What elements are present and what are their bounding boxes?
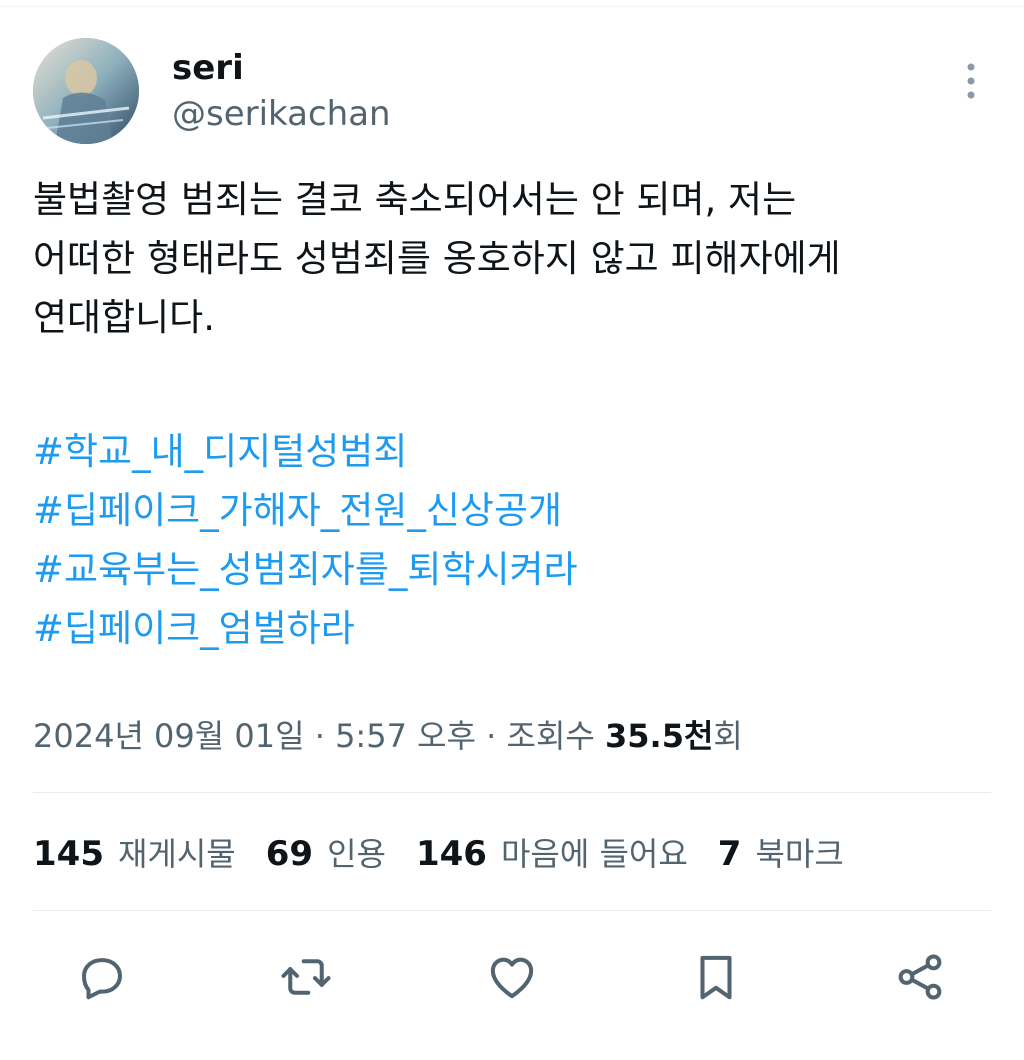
like-button[interactable] — [477, 942, 547, 1012]
action-bar — [0, 942, 1024, 1012]
top-divider — [0, 6, 1024, 7]
bookmarks-label: 북마크 — [755, 835, 844, 873]
divider — [33, 792, 991, 793]
quotes-stat[interactable]: 69 인용 — [266, 832, 386, 876]
tweet-text-line: 불법촬영 범죄는 결코 축소되어서는 안 되며, 저는 — [33, 178, 797, 221]
views-label: 조회수 — [506, 717, 595, 755]
meta-separator: · — [486, 717, 497, 755]
divider — [33, 910, 991, 911]
share-icon — [898, 954, 942, 1000]
tweet-stats: 145 재게시물 69 인용 146 마음에 들어요 7 북마크 — [33, 832, 844, 876]
heart-icon — [490, 957, 534, 999]
reply-button[interactable] — [67, 942, 137, 1012]
hashtag-list: #학교_내_디지털성범죄 #딥페이크_가해자_전원_신상공개 #교육부는_성범죄… — [33, 422, 993, 658]
tweet-text-line: 어떠한 형태라도 성범죄를 옹호하지 않고 피해자에게 — [33, 237, 841, 280]
retweets-stat[interactable]: 145 재게시물 — [33, 832, 236, 876]
hashtag-link[interactable]: #학교_내_디지털성범죄 — [33, 422, 993, 481]
hashtag-link[interactable]: #딥페이크_가해자_전원_신상공개 — [33, 481, 993, 540]
tweet-text: 불법촬영 범죄는 결코 축소되어서는 안 되며, 저는 어떠한 형태라도 성범죄… — [33, 170, 993, 347]
avatar[interactable] — [33, 38, 139, 144]
retweets-count: 145 — [33, 834, 104, 874]
hashtag-link[interactable]: #딥페이크_엄벌하라 — [33, 599, 993, 658]
retweet-icon — [281, 959, 331, 995]
views-count: 35.5천 — [605, 717, 714, 755]
quotes-count: 69 — [265, 834, 314, 874]
quotes-label: 인용 — [327, 835, 386, 873]
retweets-label: 재게시물 — [117, 835, 236, 873]
tweet-text-line: 연대합니다. — [33, 296, 215, 339]
more-options-button[interactable] — [948, 58, 994, 104]
bookmark-button[interactable] — [681, 942, 751, 1012]
more-vertical-icon — [967, 63, 975, 99]
bookmarks-count: 7 — [717, 834, 742, 874]
avatar-illustration-icon — [33, 38, 139, 144]
meta-separator: · — [314, 717, 325, 755]
author-name[interactable]: seri — [172, 46, 244, 90]
hashtag-link[interactable]: #교육부는_성범죄자를_퇴학시켜라 — [33, 540, 993, 599]
likes-label: 마음에 들어요 — [500, 835, 688, 873]
bookmark-icon — [700, 955, 732, 1000]
tweet-meta: 2024년 09월 01일 · 5:57 오후 · 조회수 35.5천회 — [33, 714, 743, 758]
tweet-date[interactable]: 2024년 09월 01일 — [33, 717, 305, 755]
author-handle[interactable]: @serikachan — [172, 93, 391, 135]
views-suffix: 회 — [713, 717, 743, 755]
retweet-button[interactable] — [271, 942, 341, 1012]
reply-icon — [81, 958, 123, 1000]
likes-count: 146 — [415, 834, 487, 874]
tweet-time[interactable]: 5:57 오후 — [335, 717, 476, 755]
bookmarks-stat[interactable]: 7 북마크 — [718, 832, 844, 876]
share-button[interactable] — [885, 942, 955, 1012]
likes-stat[interactable]: 146 마음에 들어요 — [416, 832, 688, 876]
